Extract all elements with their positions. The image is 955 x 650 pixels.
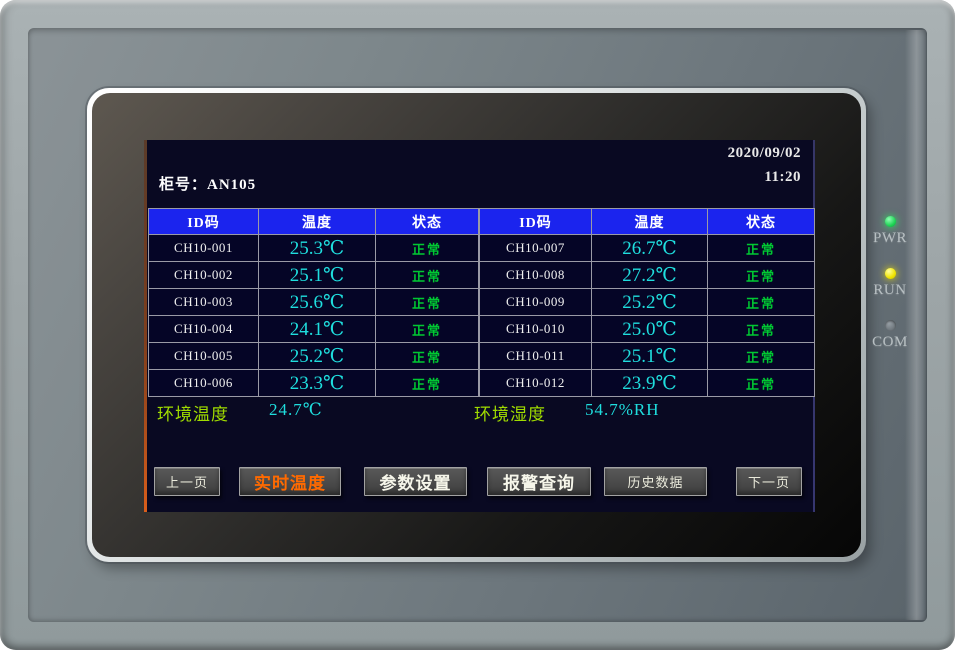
run-led-block: RUN <box>867 268 913 320</box>
com-led-label: COM <box>867 334 913 351</box>
cell-id: CH10-008 <box>480 262 592 289</box>
cell-status: 正常 <box>376 370 479 397</box>
table-row: CH10-00623.3℃正常 <box>149 370 479 397</box>
pwr-led-block: PWR <box>867 216 913 268</box>
env-humidity-value: 54.7%RH <box>585 400 660 420</box>
datetime-display: 2020/09/02 11:20 <box>728 145 801 186</box>
env-temp-label: 环境温度 <box>157 400 229 425</box>
alarm-query-button[interactable]: 报警查询 <box>487 467 591 496</box>
env-humidity-label: 环境湿度 <box>474 400 546 425</box>
cell-status: 正常 <box>708 289 815 316</box>
cell-temp: 25.1℃ <box>592 343 708 370</box>
cell-temp: 25.0℃ <box>592 316 708 343</box>
column-header-temp: 温度 <box>592 209 708 235</box>
cell-status: 正常 <box>376 289 479 316</box>
cell-temp: 25.2℃ <box>259 343 376 370</box>
cell-id: CH10-010 <box>480 316 592 343</box>
cell-id: CH10-003 <box>149 289 259 316</box>
table-row: CH10-00925.2℃正常 <box>480 289 815 316</box>
cell-status: 正常 <box>708 370 815 397</box>
run-led <box>885 268 896 279</box>
run-led-label: RUN <box>867 282 913 299</box>
time-text: 11:20 <box>728 169 801 186</box>
environment-row: 环境温度 24.7℃ 环境湿度 54.7%RH <box>147 400 815 430</box>
param-settings-button[interactable]: 参数设置 <box>364 467 467 496</box>
realtime-temp-button[interactable]: 实时温度 <box>239 467 341 496</box>
channel-table-left: ID码温度状态 CH10-00125.3℃正常CH10-00225.1℃正常CH… <box>148 208 479 397</box>
prev-page-button[interactable]: 上一页 <box>154 467 220 496</box>
table-row: CH10-01223.9℃正常 <box>480 370 815 397</box>
cell-id: CH10-012 <box>480 370 592 397</box>
cell-status: 正常 <box>376 316 479 343</box>
cell-temp: 25.6℃ <box>259 289 376 316</box>
cell-id: CH10-002 <box>149 262 259 289</box>
cell-temp: 26.7℃ <box>592 235 708 262</box>
cell-id: CH10-009 <box>480 289 592 316</box>
cell-temp: 24.1℃ <box>259 316 376 343</box>
cell-status: 正常 <box>708 343 815 370</box>
cell-status: 正常 <box>708 316 815 343</box>
com-led <box>885 320 896 331</box>
cell-id: CH10-011 <box>480 343 592 370</box>
cabinet-number-label: 柜号：AN105 <box>159 173 256 194</box>
cell-temp: 23.9℃ <box>592 370 708 397</box>
env-temp-value: 24.7℃ <box>269 400 323 420</box>
pwr-led-label: PWR <box>867 230 913 247</box>
cell-status: 正常 <box>708 262 815 289</box>
cell-id: CH10-004 <box>149 316 259 343</box>
table-header-row: ID码温度状态 <box>149 209 479 235</box>
cell-status: 正常 <box>376 235 479 262</box>
hmi-device: 2020/09/02 11:20 柜号：AN105 ID码温度状态 CH10-0… <box>0 0 955 650</box>
cell-id: CH10-005 <box>149 343 259 370</box>
table-row: CH10-00525.2℃正常 <box>149 343 479 370</box>
column-header-id: ID码 <box>149 209 259 235</box>
table-row: CH10-00125.3℃正常 <box>149 235 479 262</box>
cell-temp: 23.3℃ <box>259 370 376 397</box>
column-header-id: ID码 <box>480 209 592 235</box>
bezel-ring: 2020/09/02 11:20 柜号：AN105 ID码温度状态 CH10-0… <box>87 88 866 562</box>
history-data-button[interactable]: 历史数据 <box>604 467 707 496</box>
date-text: 2020/09/02 <box>728 145 801 162</box>
table-header-row: ID码温度状态 <box>480 209 815 235</box>
status-led-column: PWR RUN COM <box>867 216 913 372</box>
cell-id: CH10-007 <box>480 235 592 262</box>
cell-id: CH10-006 <box>149 370 259 397</box>
table-row: CH10-00325.6℃正常 <box>149 289 479 316</box>
pwr-led <box>885 216 896 227</box>
cell-temp: 25.2℃ <box>592 289 708 316</box>
channel-tables: ID码温度状态 CH10-00125.3℃正常CH10-00225.1℃正常CH… <box>148 208 815 397</box>
cell-temp: 25.3℃ <box>259 235 376 262</box>
table-row: CH10-00225.1℃正常 <box>149 262 479 289</box>
next-page-button[interactable]: 下一页 <box>736 467 802 496</box>
cell-status: 正常 <box>376 262 479 289</box>
cell-temp: 27.2℃ <box>592 262 708 289</box>
column-header-status: 状态 <box>376 209 479 235</box>
table-row: CH10-00827.2℃正常 <box>480 262 815 289</box>
table-row: CH10-01025.0℃正常 <box>480 316 815 343</box>
table-row: CH10-01125.1℃正常 <box>480 343 815 370</box>
channel-table-right: ID码温度状态 CH10-00726.7℃正常CH10-00827.2℃正常CH… <box>479 208 815 397</box>
column-header-temp: 温度 <box>259 209 376 235</box>
screen-bezel: 2020/09/02 11:20 柜号：AN105 ID码温度状态 CH10-0… <box>92 93 861 557</box>
cell-status: 正常 <box>376 343 479 370</box>
hmi-screen: 2020/09/02 11:20 柜号：AN105 ID码温度状态 CH10-0… <box>147 140 815 512</box>
cell-temp: 25.1℃ <box>259 262 376 289</box>
table-row: CH10-00726.7℃正常 <box>480 235 815 262</box>
column-header-status: 状态 <box>708 209 815 235</box>
cell-id: CH10-001 <box>149 235 259 262</box>
table-row: CH10-00424.1℃正常 <box>149 316 479 343</box>
com-led-block: COM <box>867 320 913 372</box>
nav-button-bar: 上一页实时温度参数设置报警查询历史数据下一页 <box>147 467 815 497</box>
cell-status: 正常 <box>708 235 815 262</box>
